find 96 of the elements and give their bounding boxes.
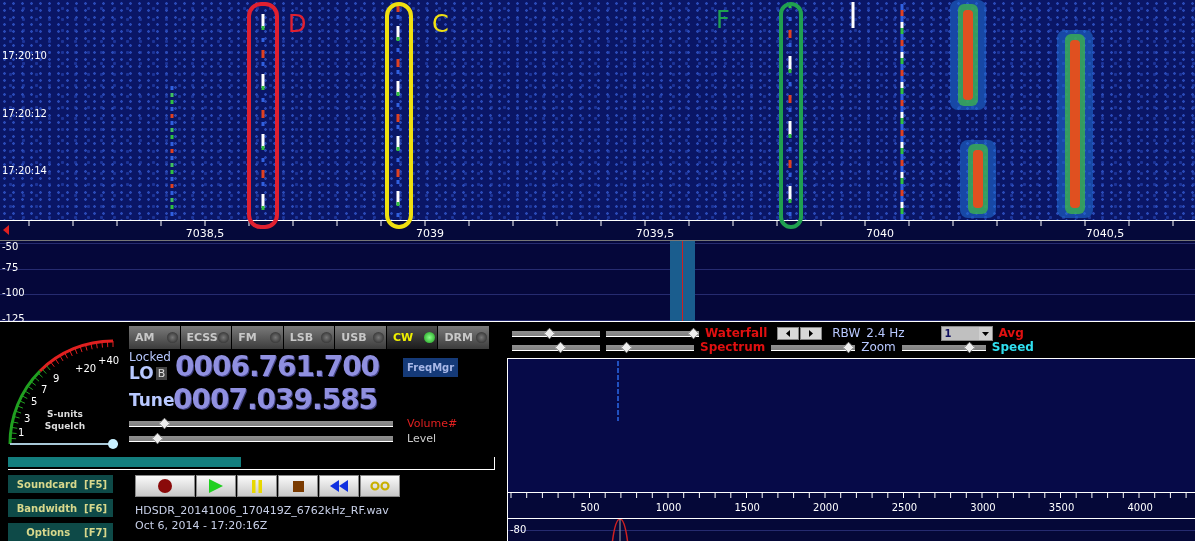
slider-thumb[interactable]: [687, 327, 700, 339]
db-label: -125: [2, 312, 25, 321]
bank-button[interactable]: B: [155, 366, 168, 380]
timestamp: Oct 6, 2014 - 17:20:16Z: [135, 518, 269, 534]
waterfall-label: Waterfall: [705, 326, 768, 340]
meter-scale-label: 7: [41, 385, 48, 395]
squelch-thumb[interactable]: [108, 439, 118, 449]
frequency-label: 7038,5: [184, 227, 226, 240]
slider-thumb[interactable]: [544, 327, 556, 339]
mode-button[interactable]: ECSS: [180, 326, 232, 349]
mode-button[interactable]: FM: [232, 326, 283, 349]
meter-scale-label: 1: [18, 428, 25, 438]
slider[interactable]: [606, 341, 694, 353]
slider[interactable]: [512, 341, 600, 353]
record-icon: [158, 479, 172, 493]
frequency-label: 7040,5: [1084, 227, 1126, 240]
annotation-label: C: [432, 12, 449, 36]
mode-button[interactable]: DRM: [438, 326, 490, 349]
lo-label: LO: [129, 363, 154, 383]
meter-scale-label: +20: [75, 364, 97, 374]
speed-label: Speed: [991, 340, 1034, 354]
mode-button[interactable]: CW: [386, 326, 438, 349]
loop-icon: [370, 481, 390, 491]
frequency-label: 7040: [865, 227, 895, 240]
frequency-label: 7039,5: [634, 227, 676, 240]
menu-button[interactable]: Options [F7]: [8, 523, 113, 541]
slider[interactable]: [129, 417, 393, 429]
slider[interactable]: [129, 432, 393, 444]
db-label: -100: [2, 287, 25, 298]
stop-icon: [292, 480, 304, 492]
lock-status: Locked: [129, 351, 171, 363]
slider-thumb[interactable]: [151, 432, 163, 444]
audio-frequency-label: 500: [579, 502, 601, 513]
db-label: -75: [2, 261, 19, 273]
zoom-slider[interactable]: [771, 341, 856, 353]
time-label: 17:20:14: [2, 165, 47, 176]
time-label: 17:20:10: [2, 50, 47, 61]
meter-scale-label: 9: [53, 374, 60, 384]
rewind-icon: [330, 480, 348, 492]
menu-button[interactable]: Soundcard [F5]: [8, 475, 113, 493]
file-name: HDSDR_20141006_170419Z_6762kHz_RF.wav: [135, 503, 390, 519]
left-arrow-icon[interactable]: [3, 225, 9, 235]
db-label: -50: [2, 241, 19, 252]
mode-button[interactable]: USB: [335, 326, 386, 349]
slider[interactable]: [512, 327, 600, 339]
slider-thumb[interactable]: [963, 341, 975, 353]
squelch-label: Squelch: [43, 422, 87, 431]
audio-frequency-label: 2000: [812, 502, 840, 513]
right-arrow-icon: [809, 329, 814, 337]
speed-slider[interactable]: [901, 341, 986, 353]
audio-frequency-label: 3000: [969, 502, 997, 513]
rbw-value: 2.4 Hz: [866, 326, 905, 340]
slider-label: Level: [407, 431, 437, 445]
meter-units-label: S-units: [46, 410, 84, 419]
play-icon: [209, 479, 223, 493]
zoom-label: Zoom: [861, 340, 896, 354]
stop-button[interactable]: [278, 475, 318, 497]
record-button[interactable]: [135, 475, 195, 497]
audio-frequency-label: 1500: [733, 502, 761, 513]
slider-thumb[interactable]: [843, 341, 855, 353]
left-button[interactable]: [777, 326, 800, 340]
rewind-button[interactable]: [319, 475, 359, 497]
right-button[interactable]: [800, 326, 823, 340]
slider-thumb[interactable]: [159, 417, 171, 429]
rbw-label: RBW: [832, 326, 861, 340]
slider[interactable]: [606, 327, 699, 339]
audio-frequency-label: 3500: [1047, 502, 1076, 513]
passband-marker[interactable]: [670, 241, 695, 321]
filter-curve-drawing: [611, 519, 629, 541]
avg-dropdown[interactable]: 1: [940, 325, 993, 341]
annotation-label: F: [716, 8, 730, 32]
mode-button[interactable]: LSB: [283, 326, 335, 349]
loop-button[interactable]: [360, 475, 400, 497]
freqmgr-button[interactable]: FreqMgr: [403, 357, 459, 377]
slider-thumb[interactable]: [621, 341, 633, 353]
lo-frequency[interactable]: 0006.761.700: [175, 351, 380, 383]
annotation-label: D: [288, 12, 307, 36]
mode-button[interactable]: AM: [129, 326, 180, 349]
menu-button[interactable]: Bandwidth [F6]: [8, 499, 113, 517]
frequency-label: 7039: [415, 227, 445, 240]
audio-frequency-label: 4000: [1126, 502, 1154, 513]
meter-scale-label: +40: [98, 356, 120, 366]
meter-scale-label: 5: [31, 397, 38, 407]
meter-scale-label: 3: [24, 414, 31, 424]
audio-frequency-label: 1000: [654, 502, 683, 513]
slider-thumb[interactable]: [555, 341, 567, 353]
play-button[interactable]: [196, 475, 236, 497]
tune-frequency[interactable]: 0007.039.585: [173, 385, 378, 416]
slider-label: Volume#: [407, 416, 458, 430]
spectrum-label: Spectrum: [700, 340, 766, 354]
pause-icon: [252, 479, 262, 493]
avg-label: Avg: [998, 326, 1024, 340]
time-label: 17:20:12: [2, 108, 47, 119]
left-arrow-icon: [786, 329, 791, 337]
db-label: -80: [510, 524, 527, 535]
audio-frequency-label: 2500: [890, 502, 919, 513]
